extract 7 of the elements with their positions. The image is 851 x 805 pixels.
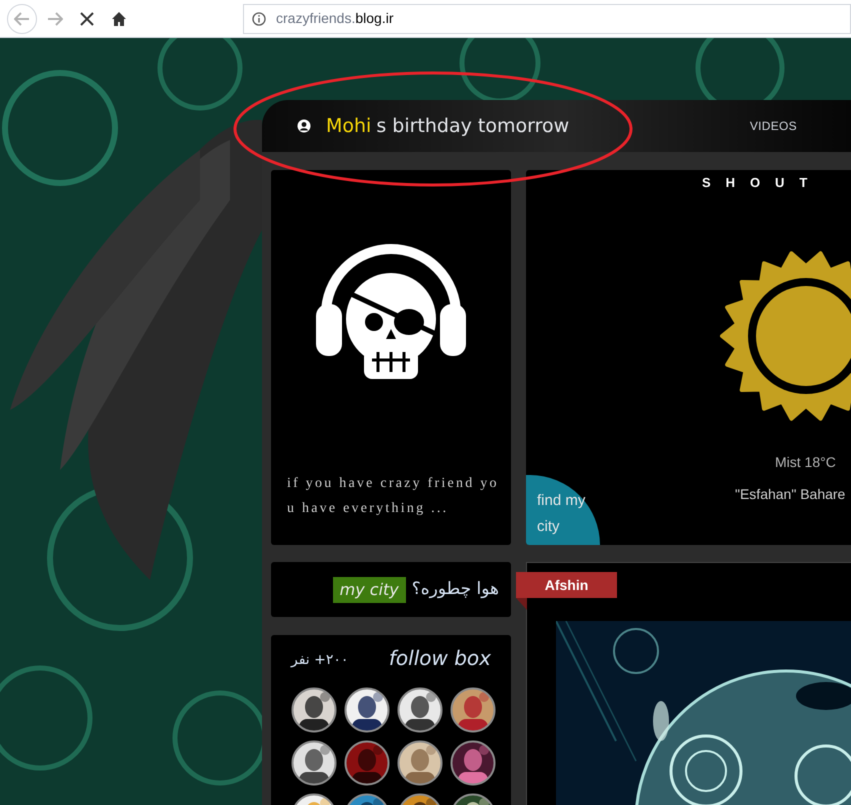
url-text: crazyfriends.blog.ir xyxy=(276,9,394,28)
back-arrow-icon xyxy=(14,12,30,26)
home-icon xyxy=(111,10,127,26)
info-icon[interactable] xyxy=(252,12,266,26)
forward-arrow-icon xyxy=(47,12,63,26)
address-bar[interactable]: crazyfriends.blog.ir xyxy=(243,4,851,34)
close-icon xyxy=(80,12,94,26)
